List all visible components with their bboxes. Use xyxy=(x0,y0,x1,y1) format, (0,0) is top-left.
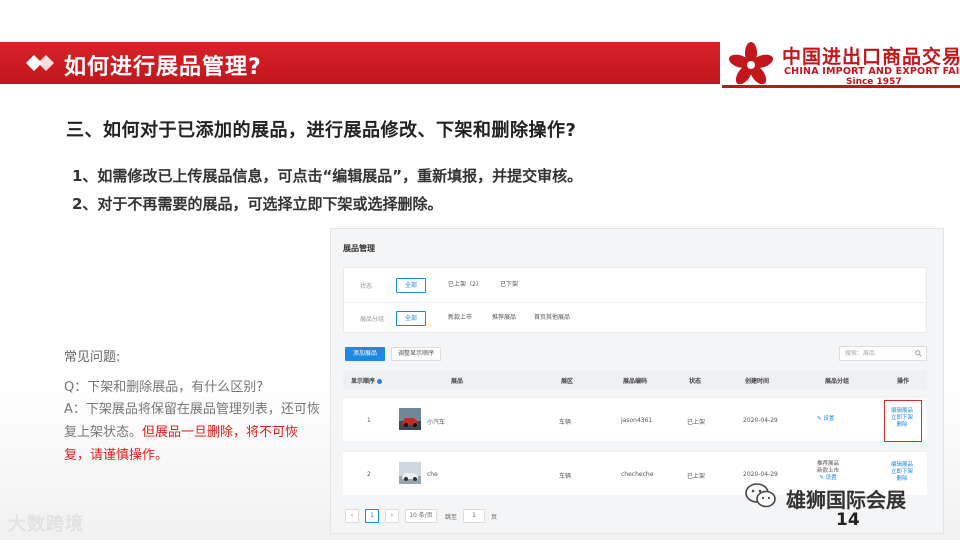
panel-title: 展品管理 xyxy=(343,244,375,253)
row-group: 推荐展品 新款上市 ✎ 设置 xyxy=(817,461,839,482)
page-number: 14 xyxy=(836,510,860,530)
faq-question: Q：下架和删除展品，有什么区别? xyxy=(64,380,264,395)
search-input[interactable]: 搜索：展品 xyxy=(839,346,927,361)
group-label: 展品分组 xyxy=(360,316,385,323)
group-tag: 推荐展品 xyxy=(817,461,840,467)
edit-exhibit-link[interactable]: 编辑展品 xyxy=(891,462,913,469)
row-zone: 车辆 xyxy=(559,473,572,480)
row-group: ✎ 设置 xyxy=(817,416,834,423)
group-chip-recommended[interactable]: 推荐展品 xyxy=(484,311,524,326)
add-exhibit-button[interactable]: 添加展品 xyxy=(345,347,385,361)
col-exhibit: 展品 xyxy=(451,378,464,385)
group-filter-row: 展品分组 全部 新款上市 推荐展品 首页其他展品 xyxy=(344,302,926,332)
step-1: 1、如需修改已上传展品信息，可点击“编辑展品”，重新填报，并提交审核。 xyxy=(72,167,583,185)
filter-box: 状态 全部 已上架（2） 已下架 展品分组 全部 新款上市 推荐展品 首页其他展… xyxy=(343,267,927,333)
page-size-select[interactable]: 10 条/页 xyxy=(405,509,437,523)
logo-chinese-text: 中国进出口商品交易会 xyxy=(782,46,960,68)
page-title: 如何进行展品管理? xyxy=(64,55,262,80)
col-group: 展品分组 xyxy=(825,378,850,385)
row-name[interactable]: che xyxy=(427,471,438,478)
watermark-right: 雄狮国际会展 xyxy=(786,488,906,512)
group-chip-all[interactable]: 全部 xyxy=(396,311,427,326)
adjust-order-button[interactable]: 调整显示顺序 xyxy=(391,347,441,361)
logo-english-text: CHINA IMPORT AND EXPORT FAIR xyxy=(784,66,960,77)
wechat-icon xyxy=(745,483,776,508)
step-2: 2、对于不再需要的展品，可选择立即下架或选择删除。 xyxy=(72,195,443,213)
row-created: 2020-04-29 xyxy=(743,471,778,478)
edit-exhibit-link[interactable]: 编辑展品 xyxy=(891,408,913,415)
col-code: 展品编码 xyxy=(623,378,648,385)
row-name[interactable]: 小汽车 xyxy=(427,417,445,426)
goto-input[interactable]: 1 xyxy=(463,509,485,523)
search-icon[interactable] xyxy=(915,350,922,357)
group-settings-link[interactable]: ✎ 设置 xyxy=(817,416,834,422)
car-thumbnail xyxy=(399,408,421,430)
canton-fair-logo: 中国进出口商品交易会 CHINA IMPORT AND EXPORT FAIR … xyxy=(722,40,960,88)
col-zone: 展区 xyxy=(561,378,574,385)
delist-link[interactable]: 立即下架 xyxy=(891,415,913,422)
row-code: checheche xyxy=(621,471,654,478)
flower-logo-icon xyxy=(728,42,774,85)
prev-page-button[interactable]: ‹ xyxy=(345,509,359,523)
logo-since-text: Since 1957 xyxy=(846,77,902,87)
status-chip-all[interactable]: 全部 xyxy=(396,278,427,293)
delete-link[interactable]: 删除 xyxy=(891,476,913,483)
row-code: jason4361 xyxy=(621,417,653,424)
status-chip-delisted[interactable]: 已下架 xyxy=(492,278,526,293)
section-title: 三、如何对于已添加的展品，进行展品修改、下架和删除操作? xyxy=(66,120,577,141)
col-status: 状态 xyxy=(689,378,702,385)
status-label: 状态 xyxy=(360,283,373,290)
page-unit-label: 页 xyxy=(491,514,498,521)
watermark-left: 大数跨境 xyxy=(8,514,84,535)
row-created: 2020-04-29 xyxy=(743,417,778,424)
diamond-mark-icon xyxy=(26,55,54,71)
col-order: 显示顺序 xyxy=(351,376,383,385)
col-created: 创建时间 xyxy=(745,378,770,385)
group-chip-homepage[interactable]: 首页其他展品 xyxy=(526,311,578,326)
info-icon xyxy=(377,379,383,384)
table-row: 1 小汽车 车辆 jason4361 已上架 2020-04-29 ✎ 设置 编… xyxy=(343,397,927,442)
faq-answer: A：下架展品将保留在展品管理列表，还可恢复上架状态。但展品一旦删除，将不可恢复，… xyxy=(64,398,320,467)
page-1-button[interactable]: 1 xyxy=(365,509,379,523)
group-settings-link[interactable]: ✎ 设置 xyxy=(819,475,836,481)
row-order: 2 xyxy=(367,471,371,478)
row-zone: 车辆 xyxy=(559,419,572,426)
col-ops: 操作 xyxy=(897,378,910,385)
car-thumbnail xyxy=(399,462,421,484)
header-bar: 如何进行展品管理? xyxy=(0,42,720,84)
exhibit-table: 显示顺序 展品 展区 展品编码 状态 创建时间 展品分组 操作 1 小汽车 车辆… xyxy=(343,371,927,495)
faq-title: 常见问题: xyxy=(64,350,121,365)
search-placeholder: 搜索：展品 xyxy=(845,350,876,357)
table-header: 显示顺序 展品 展区 展品编码 状态 创建时间 展品分组 操作 xyxy=(343,371,927,389)
goto-label: 跳至 xyxy=(445,514,458,521)
delete-link[interactable]: 删除 xyxy=(891,422,913,429)
row-status: 已上架 xyxy=(687,473,706,480)
delist-link[interactable]: 立即下架 xyxy=(891,469,913,476)
group-chip-new[interactable]: 新款上市 xyxy=(440,311,480,326)
status-filter-row: 状态 全部 已上架（2） 已下架 xyxy=(344,270,926,300)
next-page-button[interactable]: › xyxy=(385,509,399,523)
row-order: 1 xyxy=(367,417,371,424)
status-chip-listed[interactable]: 已上架（2） xyxy=(440,278,490,293)
row-ops: 编辑展品 立即下架 删除 xyxy=(891,408,913,429)
row-status: 已上架 xyxy=(687,419,706,426)
row-ops: 编辑展品 立即下架 删除 xyxy=(891,462,913,483)
group-tag: 新款上市 xyxy=(817,468,840,474)
